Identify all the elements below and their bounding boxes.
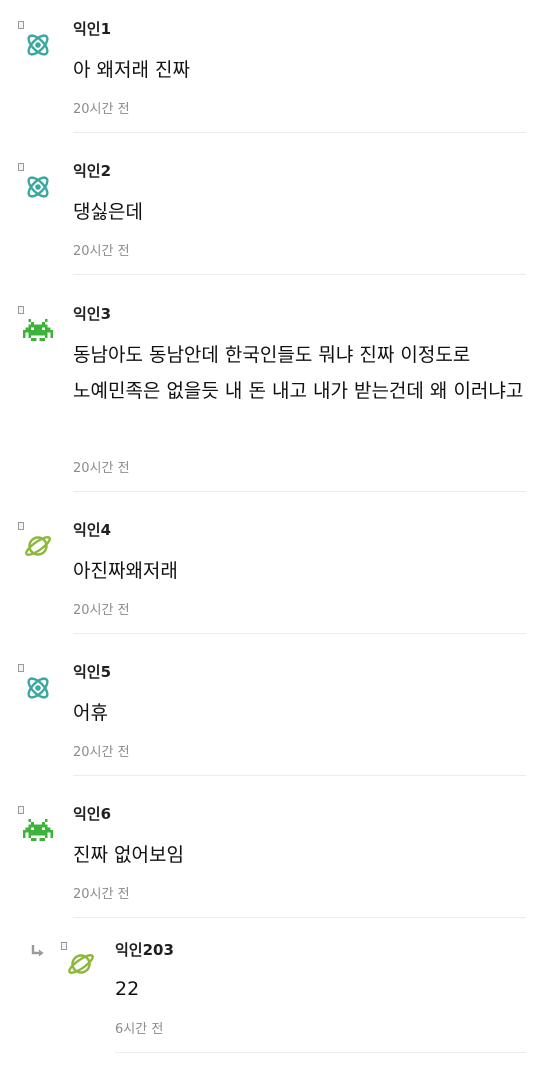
comment-divider — [73, 491, 526, 492]
comment-body: 동남아도 동남안데 한국인들도 뭐냐 진짜 이정도로 노예민족은 없을듯 내 돈… — [73, 344, 524, 402]
comment-author[interactable]: 익인1 — [73, 20, 111, 38]
comment-marker — [18, 163, 24, 171]
comment-marker — [18, 806, 24, 814]
comment-time: 20시간 전 — [73, 461, 130, 476]
planet-icon[interactable] — [23, 531, 53, 561]
comment-marker — [18, 522, 24, 530]
comment-author[interactable]: 익인4 — [73, 521, 111, 539]
comment-author[interactable]: 익인2 — [73, 162, 111, 180]
reply-arrow-icon — [31, 943, 45, 957]
comment-divider — [115, 1052, 526, 1053]
comment-divider — [73, 132, 526, 133]
comment-time: 20시간 전 — [73, 244, 130, 259]
comment-body: 진짜 없어보임 — [73, 844, 184, 866]
planet-icon[interactable] — [66, 949, 96, 979]
atom-icon[interactable] — [23, 172, 53, 202]
comment-marker — [18, 664, 24, 672]
comment-time: 20시간 전 — [73, 745, 130, 760]
atom-icon[interactable] — [23, 30, 53, 60]
comment-author[interactable]: 익인5 — [73, 663, 111, 681]
comment-divider — [73, 917, 526, 918]
comment-time: 20시간 전 — [73, 603, 130, 618]
comment-time: 6시간 전 — [115, 1022, 164, 1037]
comment-body: 어휴 — [73, 702, 108, 724]
comment-author[interactable]: 익인6 — [73, 805, 111, 823]
comment-time: 20시간 전 — [73, 102, 130, 117]
comment-marker — [18, 306, 24, 314]
comment-author[interactable]: 익인203 — [115, 941, 174, 959]
comment-body: 22 — [115, 978, 140, 1000]
comment-divider — [73, 775, 526, 776]
space-invader-icon[interactable] — [23, 815, 53, 845]
comment-body: 아 왜저래 진짜 — [73, 59, 190, 81]
comment-body: 아진짜왜저래 — [73, 560, 178, 582]
comment-time: 20시간 전 — [73, 887, 130, 902]
space-invader-icon[interactable] — [23, 315, 53, 345]
comment-body: 댕싫은데 — [73, 201, 143, 223]
comment-author[interactable]: 익인3 — [73, 305, 111, 323]
atom-icon[interactable] — [23, 673, 53, 703]
comment-divider — [73, 633, 526, 634]
comment-divider — [73, 274, 526, 275]
comment-marker — [18, 21, 24, 29]
